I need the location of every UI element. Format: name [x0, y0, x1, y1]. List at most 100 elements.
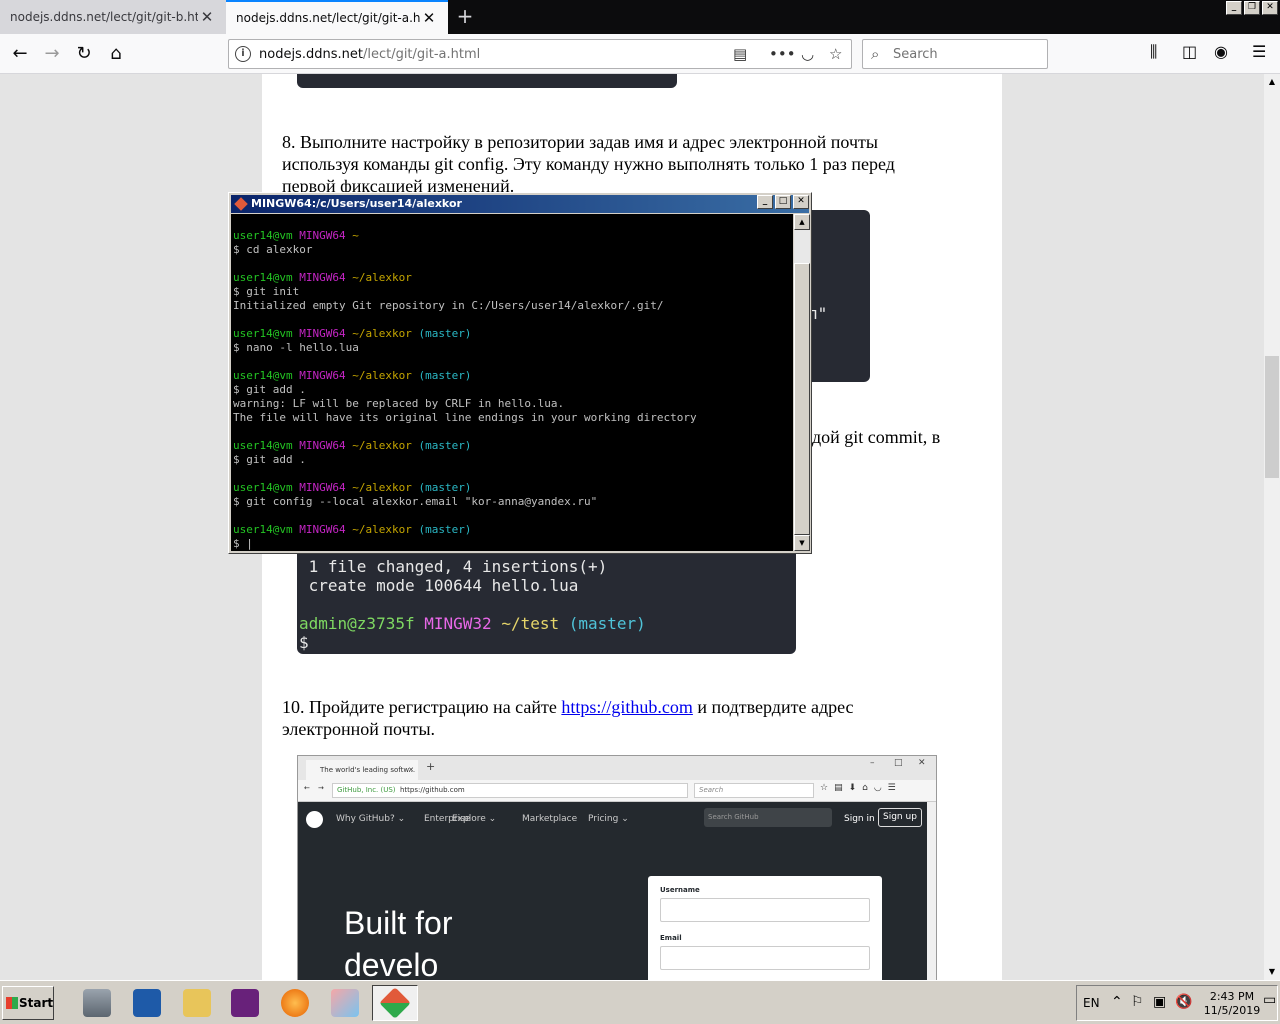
url-bar[interactable]: i nodejs.ddns.net/lect/git/git-a.html ▤ … — [228, 39, 852, 69]
powershell-icon[interactable] — [124, 985, 170, 1021]
gh-search-bar: Search — [694, 783, 814, 798]
prompt-path: ~/alexkor — [352, 439, 412, 452]
gh-nav-bar: ← → GitHub, Inc. (US) https://github.com… — [298, 780, 936, 802]
gh-tab-bar: The world's leading softw... ✕ + – □ ✕ — [298, 756, 936, 780]
close-window-button[interactable]: ✕ — [1262, 1, 1278, 15]
github-link[interactable]: https://github.com — [561, 697, 693, 717]
gh-signup-form: Username Email — [648, 876, 882, 980]
terminal-screen[interactable]: user14@vm MINGW64 ~ $ cd alexkor user14@… — [231, 214, 793, 551]
browser-tab[interactable]: nodejs.ddns.net/lect/git/git-b.html ✕ — [0, 0, 226, 34]
github-screenshot: The world's leading softw... ✕ + – □ ✕ ← … — [297, 755, 937, 980]
prompt-user: admin@z3735f — [299, 614, 415, 633]
toolbar-icons: ☆▤⬇⌂◡☰ — [820, 783, 902, 793]
url-text[interactable]: nodejs.ddns.net/lect/git/git-a.html — [259, 47, 480, 62]
prompt-symbol: $ — [299, 633, 309, 652]
output-line: 1 file changed, 4 insertions(+) — [299, 557, 608, 576]
terminal-title-bar[interactable]: MINGW64:/c/Users/user14/alexkor — [231, 195, 809, 213]
home-button[interactable]: ⌂ — [102, 40, 130, 68]
step-8-text: 8. Выполните настройку в репозитории зад… — [282, 132, 895, 196]
forward-icon: → — [318, 784, 324, 792]
terminal-line: $ git add . — [233, 383, 306, 396]
network-icon[interactable]: ▣ — [1153, 994, 1166, 1010]
prompt-branch: (master) — [568, 614, 646, 633]
maximize-button[interactable]: □ — [775, 195, 791, 209]
library-icon[interactable]: ⫼ — [1150, 42, 1157, 62]
step-9-text: дой git commit, в — [812, 427, 941, 447]
gh-signin: Sign in — [844, 814, 875, 824]
scroll-thumb[interactable] — [1265, 356, 1279, 478]
minimize-button[interactable]: _ — [757, 195, 773, 209]
sidebar-icon[interactable]: ◫ — [1182, 42, 1197, 61]
system-tray: EN ⌃ ⚐ ▣ 🔇 2:43 PM 11/5/2019 ▭ — [1076, 985, 1278, 1021]
terminal-window[interactable]: MINGW64:/c/Users/user14/alexkor _ □ ✕ us… — [228, 192, 812, 554]
prompt-path: ~/alexkor — [352, 481, 412, 494]
minimize-button[interactable]: _ — [1226, 1, 1242, 15]
taskbar: Start EN ⌃ ⚐ ▣ 🔇 2:43 PM 11/5/2019 ▭ — [0, 980, 1280, 1024]
terminal-line: $ git init — [233, 285, 300, 298]
close-icon: ✕ — [918, 758, 926, 768]
scroll-down-arrow-icon[interactable]: ▼ — [794, 535, 810, 551]
output-line: create mode 100644 hello.lua — [299, 576, 579, 595]
reload-button[interactable]: ↻ — [70, 40, 98, 68]
gh-menu-item: Why GitHub? ⌄ — [336, 814, 406, 824]
back-button[interactable]: ← — [6, 40, 34, 68]
forward-button[interactable]: → — [38, 40, 66, 68]
language-indicator[interactable]: EN — [1083, 996, 1100, 1010]
close-tab-icon[interactable]: ✕ — [420, 9, 438, 27]
gh-url-bar: GitHub, Inc. (US) https://github.com — [332, 783, 688, 798]
close-window-button[interactable]: ✕ — [793, 195, 809, 209]
terminal-line: warning: LF will be replaced by CRLF in … — [233, 397, 565, 410]
server-manager-icon[interactable] — [74, 985, 120, 1021]
scroll-thumb[interactable] — [794, 263, 810, 535]
terminal-title: MINGW64:/c/Users/user14/alexkor — [251, 197, 462, 210]
browser-tab-active[interactable]: nodejs.ddns.net/lect/git/git-a.html ✕ — [226, 0, 448, 34]
volume-muted-icon[interactable]: 🔇 — [1175, 994, 1192, 1010]
gh-signup: Sign up — [878, 808, 922, 827]
gh-username-field — [660, 898, 870, 922]
close-tab-icon[interactable]: ✕ — [198, 8, 216, 26]
git-icon — [234, 197, 248, 211]
gh-page: Why GitHub? ⌄ Enterprise Explore ⌄ Marke… — [298, 802, 928, 980]
new-tab-button[interactable]: + — [452, 4, 478, 30]
prompt-branch: (master) — [418, 327, 472, 340]
clock[interactable]: 2:43 PM 11/5/2019 — [1203, 990, 1261, 1018]
restore-button[interactable]: ❐ — [1244, 1, 1260, 15]
file-explorer-icon[interactable] — [174, 985, 220, 1021]
window-controls: _ ❐ ✕ — [1226, 1, 1278, 15]
terminal-output: user14@vm MINGW64 ~ $ cd alexkor user14@… — [233, 215, 791, 551]
prompt-env: MINGW64 — [299, 369, 346, 382]
paint-icon[interactable] — [322, 985, 368, 1021]
bookmark-star-icon[interactable]: ☆ — [829, 45, 842, 63]
search-icon: ⌕ — [871, 45, 880, 63]
info-icon[interactable]: i — [235, 46, 251, 62]
github-logo-icon — [306, 811, 323, 828]
search-bar[interactable]: ⌕ Search — [862, 39, 1048, 69]
start-button[interactable]: Start — [2, 986, 54, 1020]
prompt-user: user14@vm — [233, 229, 293, 242]
scroll-up-arrow-icon[interactable]: ▲ — [1264, 74, 1280, 90]
prompt-branch: (master) — [418, 481, 472, 494]
reader-view-icon[interactable]: ▤ — [733, 45, 747, 63]
account-icon[interactable]: ◉ — [1214, 42, 1228, 61]
terminal-line: $ git add . — [233, 453, 306, 466]
git-bash-icon[interactable] — [372, 985, 418, 1021]
prompt-path: ~/alexkor — [352, 369, 412, 382]
menu-icon[interactable]: ☰ — [1252, 42, 1266, 61]
scroll-up-arrow-icon[interactable]: ▲ — [794, 214, 810, 230]
notification-icon[interactable]: ▭ — [1263, 992, 1276, 1008]
scroll-down-arrow-icon[interactable]: ▼ — [1264, 964, 1280, 980]
terminal-line: The file will have its original line end… — [233, 411, 697, 424]
visual-studio-icon[interactable] — [222, 985, 268, 1021]
gh-email-field — [660, 946, 870, 970]
page-actions-icon[interactable]: ••• — [769, 45, 796, 63]
navigation-toolbar: ← → ↻ ⌂ i nodejs.ddns.net/lect/git/git-a… — [0, 34, 1280, 74]
chevron-up-icon[interactable]: ⌃ — [1111, 994, 1123, 1010]
terminal-scrollbar[interactable]: ▲ ▼ — [794, 214, 810, 551]
prompt-path: ~ — [352, 229, 359, 242]
flag-icon[interactable]: ⚐ — [1131, 994, 1144, 1010]
page-scrollbar[interactable]: ▲ ▼ — [1264, 74, 1280, 980]
pocket-icon[interactable]: ◡ — [801, 45, 814, 63]
back-icon: ← — [304, 784, 310, 792]
firefox-icon[interactable] — [272, 985, 318, 1021]
prompt-env: MINGW64 — [299, 327, 346, 340]
